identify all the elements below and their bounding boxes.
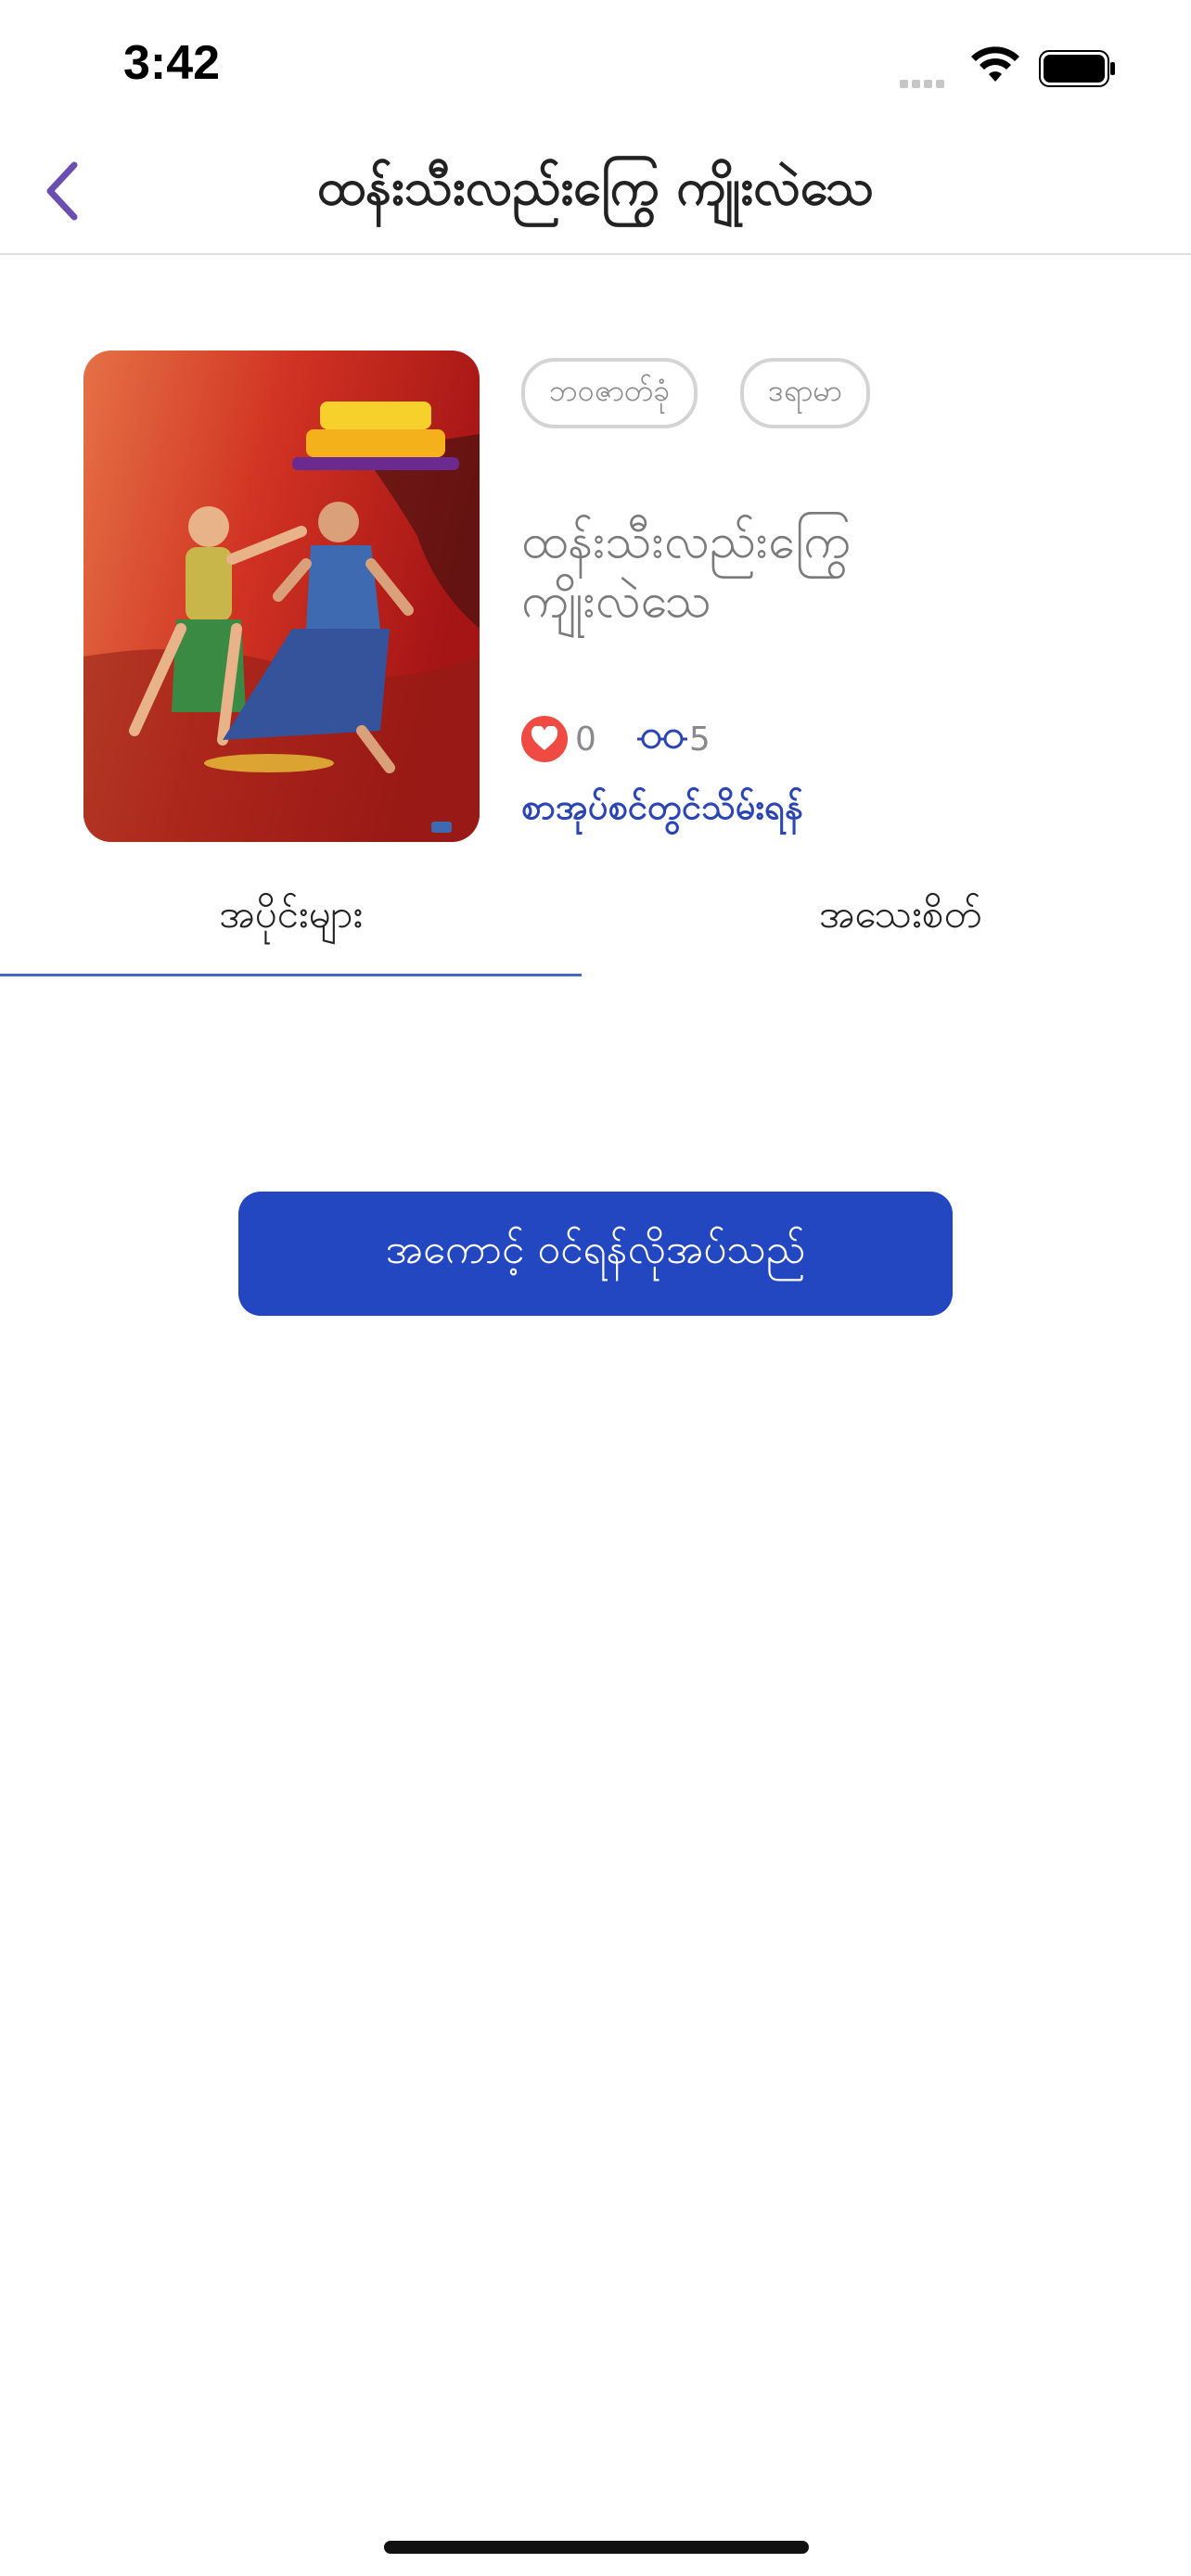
- status-time: 3:42: [123, 36, 221, 90]
- book-stats: 0 5: [521, 716, 711, 762]
- views-count: 5: [688, 720, 711, 759]
- status-bar: 3:42: [0, 0, 1191, 130]
- tab-parts[interactable]: အပိုင်းများ: [0, 862, 582, 974]
- nav-bar: ထန်းသီးလည်းကြွေ ကျိုးလဲသေ: [0, 130, 1191, 255]
- genre-tag[interactable]: ဒရာမာ: [740, 358, 870, 428]
- cellular-signal-icon: [900, 74, 948, 92]
- home-indicator: [384, 2541, 809, 2554]
- book-title: ထန်းသီးလည်းကြွေ ကျိုးလဲသေ: [521, 514, 851, 629]
- tab-selected-indicator: [0, 974, 582, 976]
- login-required-button[interactable]: အကောင့် ဝင်ရန်လိုအပ်သည်: [238, 1192, 953, 1316]
- battery-icon: [1039, 50, 1115, 87]
- back-chevron-icon[interactable]: [33, 154, 89, 228]
- wifi-icon: [971, 46, 1019, 82]
- genre-tag[interactable]: ဘဝဇာတ်ခုံ: [521, 358, 698, 428]
- glasses-icon: [636, 729, 687, 749]
- page-title: ထန်းသီးလည်းကြွေ ကျိုးလဲသေ: [316, 158, 875, 216]
- book-cover-image: [83, 351, 480, 842]
- genre-tags: ဘဝဇာတ်ခုံ ဒရာမာ: [521, 358, 870, 428]
- add-to-shelf-link[interactable]: စာအုပ်စင်တွင်သိမ်းရန်: [521, 784, 803, 836]
- likes-count: 0: [575, 720, 596, 759]
- tab-details[interactable]: အသေးစိတ်: [609, 862, 1191, 974]
- heart-icon[interactable]: [521, 716, 568, 762]
